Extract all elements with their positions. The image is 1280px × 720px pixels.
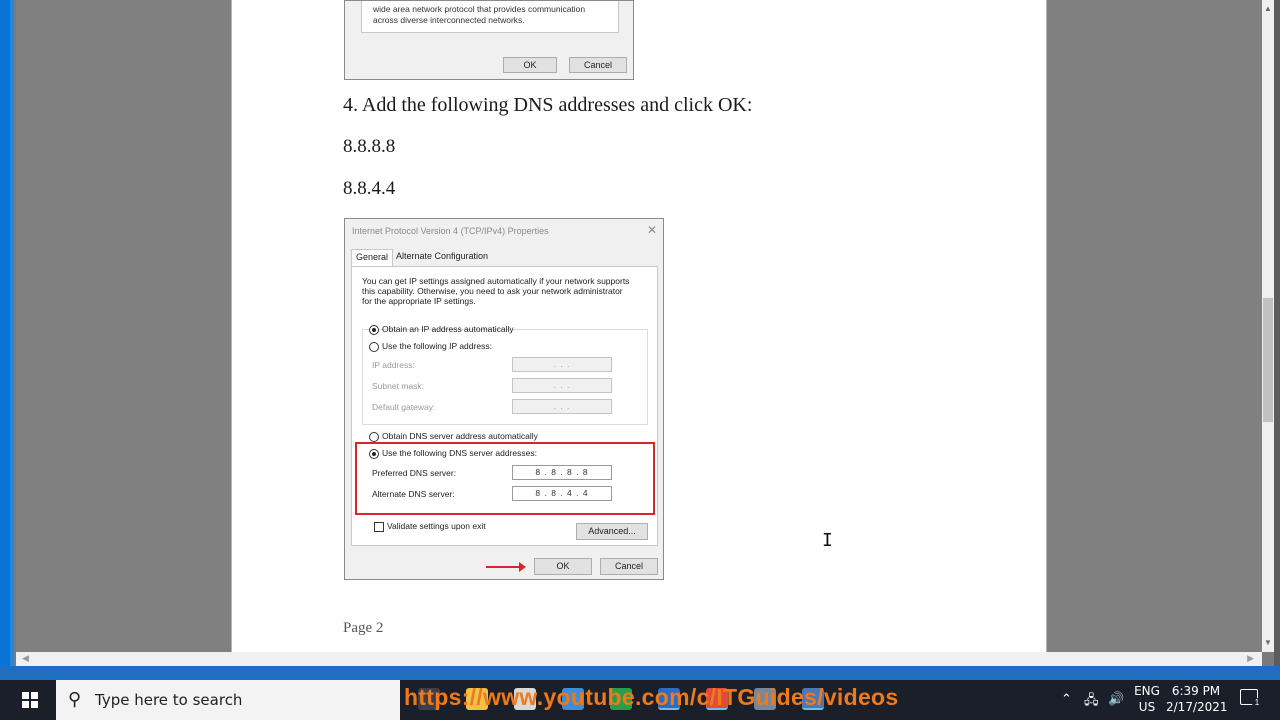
validate-label: Validate settings upon exit [387, 521, 486, 531]
obtain-dns-radio [369, 432, 379, 442]
ip-address-field: . . . [512, 357, 612, 372]
intro-line: You can get IP settings assigned automat… [362, 276, 630, 286]
ip-address-label: IP address: [372, 360, 415, 370]
ok-button: OK [534, 558, 592, 575]
system-clock[interactable]: 6:39 PM 2/17/2021 [1166, 683, 1228, 715]
dns-secondary-text: 8.8.4.4 [343, 178, 396, 199]
general-panel: You can get IP settings assigned automat… [351, 266, 658, 546]
network-icon[interactable]: 🖧 [1084, 691, 1099, 713]
close-icon: ✕ [647, 223, 658, 237]
use-dns-label: Use the following DNS server addresses: [382, 448, 537, 458]
advanced-button: Advanced... [576, 523, 648, 540]
use-dns-radio [369, 449, 379, 459]
channel-url-watermark: https://www.youtube.com/c/ITGuides/video… [404, 684, 899, 710]
start-button[interactable] [0, 680, 56, 720]
validate-checkbox [374, 522, 384, 532]
description-box: wide area network protocol that provides… [361, 1, 619, 33]
window-left-edge [0, 0, 14, 680]
search-placeholder: Type here to search [95, 691, 243, 709]
scroll-left-icon[interactable]: ◀ [22, 653, 29, 664]
alternate-dns-field: 8 . 8 . 4 . 4 [512, 486, 612, 501]
use-ip-label: Use the following IP address: [382, 341, 492, 351]
preferred-dns-field: 8 . 8 . 8 . 8 [512, 465, 612, 480]
preferred-dns-label: Preferred DNS server: [372, 468, 457, 478]
scroll-right-icon[interactable]: ▶ [1247, 653, 1254, 664]
ipv4-properties-dialog-image: Internet Protocol Version 4 (TCP/IPv4) P… [344, 218, 664, 580]
description-line: wide area network protocol that provides… [373, 4, 586, 14]
language-region: US [1138, 700, 1156, 714]
text-cursor-icon: I [822, 530, 833, 551]
horizontal-scrollbar[interactable]: ◀ ▶ [16, 652, 1262, 666]
chevron-up-icon[interactable]: ⌃ [1061, 691, 1072, 707]
taskbar-search-box[interactable]: ⚲ Type here to search [56, 680, 400, 720]
tab-alternate-configuration: Alternate Configuration [396, 251, 489, 261]
step-instruction: 4. Add the following DNS addresses and c… [343, 94, 753, 116]
default-gateway-field: . . . [512, 399, 612, 414]
notification-count: 1 [1252, 698, 1262, 708]
vertical-scrollbar[interactable]: ▲ ▼ [1262, 0, 1274, 652]
ok-button: OK [503, 57, 557, 73]
protocol-properties-dialog-fragment: wide area network protocol that provides… [344, 0, 634, 80]
window-bottom-edge [0, 666, 1280, 680]
intro-line: this capability. Otherwise, you need to … [362, 286, 623, 296]
cancel-button: Cancel [600, 558, 658, 575]
input-language[interactable]: ENG US [1134, 683, 1160, 715]
alternate-dns-label: Alternate DNS server: [372, 489, 455, 499]
search-icon: ⚲ [68, 689, 82, 709]
use-ip-radio [369, 342, 379, 352]
cancel-button: Cancel [569, 57, 627, 73]
page-number: Page 2 [343, 620, 384, 636]
scroll-up-icon[interactable]: ▲ [1264, 4, 1272, 13]
language-code: ENG [1134, 684, 1160, 698]
taskbar: ⚲ Type here to search https://www.youtub… [0, 680, 1280, 720]
dns-primary-text: 8.8.8.8 [343, 136, 396, 157]
vertical-scroll-thumb[interactable] [1263, 298, 1273, 422]
intro-line: for the appropriate IP settings. [362, 296, 476, 306]
obtain-ip-radio [369, 325, 379, 335]
obtain-dns-label: Obtain DNS server address automatically [382, 431, 538, 441]
scroll-down-icon[interactable]: ▼ [1264, 638, 1272, 647]
subnet-mask-field: . . . [512, 378, 612, 393]
window-right-edge [1274, 0, 1280, 680]
description-text: wide area network protocol that provides… [373, 4, 585, 26]
description-line: across diverse interconnected networks. [373, 15, 525, 25]
volume-icon[interactable]: 🔊 [1108, 691, 1124, 707]
default-gateway-label: Default gateway: [372, 402, 436, 412]
subnet-mask-label: Subnet mask: [372, 381, 424, 391]
clock-date: 2/17/2021 [1166, 700, 1228, 714]
windows-logo-icon [22, 692, 38, 708]
clock-time: 6:39 PM [1171, 684, 1221, 698]
red-arrow-icon [486, 562, 526, 572]
dialog-title: Internet Protocol Version 4 (TCP/IPv4) P… [352, 226, 549, 236]
obtain-ip-label: Obtain an IP address automatically [382, 324, 514, 334]
tab-general: General [351, 249, 394, 267]
